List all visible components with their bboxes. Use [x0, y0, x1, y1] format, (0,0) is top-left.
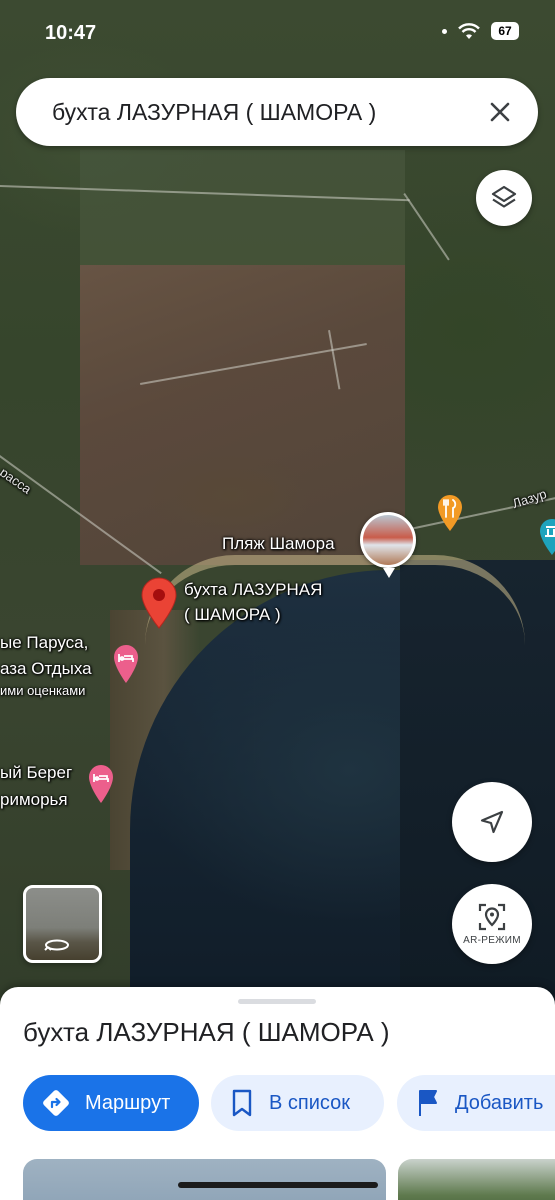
directions-icon [43, 1090, 69, 1116]
place-bottom-sheet[interactable]: бухта ЛАЗУРНАЯ ( ШАМОРА ) Маршрут В спис… [0, 987, 555, 1200]
save-button-label: В список [269, 1091, 350, 1114]
street-view-thumbnail[interactable] [23, 885, 102, 963]
place-title: бухта ЛАЗУРНАЯ ( ШАМОРА ) [23, 1017, 390, 1047]
layers-button[interactable] [476, 170, 532, 226]
wifi-icon [458, 23, 480, 39]
search-input[interactable]: бухта ЛАЗУРНАЯ ( ШАМОРА ) [52, 99, 480, 126]
battery-icon: 67 [491, 22, 519, 40]
save-to-list-button[interactable]: В список [211, 1075, 384, 1131]
bed-icon [114, 645, 138, 683]
beach-thumbnail [363, 515, 413, 565]
add-button-label: Добавить [455, 1091, 544, 1114]
pin-tail [383, 568, 395, 578]
signal-icon [442, 28, 447, 34]
clear-search-button[interactable] [480, 92, 520, 132]
ar-mode-label: AR-РЕЖИМ [463, 935, 521, 946]
bed-icon [89, 765, 113, 803]
hotel-label: ые Паруса, [0, 633, 89, 652]
hotel-label: ый Берег [0, 763, 73, 782]
hotel-label: риморья [0, 790, 68, 809]
layers-icon [491, 185, 517, 208]
navigation-arrow-icon [480, 810, 504, 834]
hotel-label: аза Отдыха [0, 659, 92, 678]
landmark-icon [540, 519, 555, 555]
add-button[interactable]: Добавить [397, 1075, 555, 1131]
hotel-rating-label: ими оценками [0, 683, 86, 698]
map-tile [80, 265, 405, 565]
rotate-360-icon [44, 939, 69, 951]
my-location-button[interactable] [452, 782, 532, 862]
restaurant-pin[interactable] [436, 494, 464, 537]
beach-label[interactable]: Пляж Шамора [222, 533, 335, 555]
route-button-label: Маршрут [85, 1091, 171, 1114]
hotel-pin[interactable] [87, 764, 115, 809]
place-photo[interactable] [23, 1159, 386, 1200]
selected-place-pin[interactable] [140, 577, 178, 634]
ar-location-icon [478, 903, 506, 931]
place-label: бухта ЛАЗУРНАЯ [184, 580, 323, 599]
bookmark-icon [232, 1089, 252, 1117]
beach-photo-pin[interactable] [360, 512, 416, 578]
place-photo[interactable] [398, 1159, 555, 1200]
ar-mode-button[interactable]: AR-РЕЖИМ [452, 884, 532, 964]
search-bar[interactable]: бухта ЛАЗУРНАЯ ( ШАМОРА ) [16, 78, 538, 146]
map-tile [80, 150, 405, 270]
drag-handle[interactable] [238, 999, 316, 1004]
close-icon [490, 102, 510, 122]
status-time: 10:47 [45, 22, 97, 44]
status-icons: 67 [442, 22, 519, 40]
place-label: ( ШАМОРА ) [184, 605, 281, 624]
road [403, 193, 450, 261]
attraction-pin[interactable] [538, 518, 555, 561]
hotel-pin[interactable] [112, 644, 140, 689]
flag-icon [419, 1090, 437, 1116]
route-button[interactable]: Маршрут [23, 1075, 199, 1131]
home-indicator [178, 1182, 378, 1188]
road-label: Лазур [510, 485, 549, 512]
fork-knife-icon [438, 495, 462, 531]
location-pin-icon [141, 577, 177, 629]
